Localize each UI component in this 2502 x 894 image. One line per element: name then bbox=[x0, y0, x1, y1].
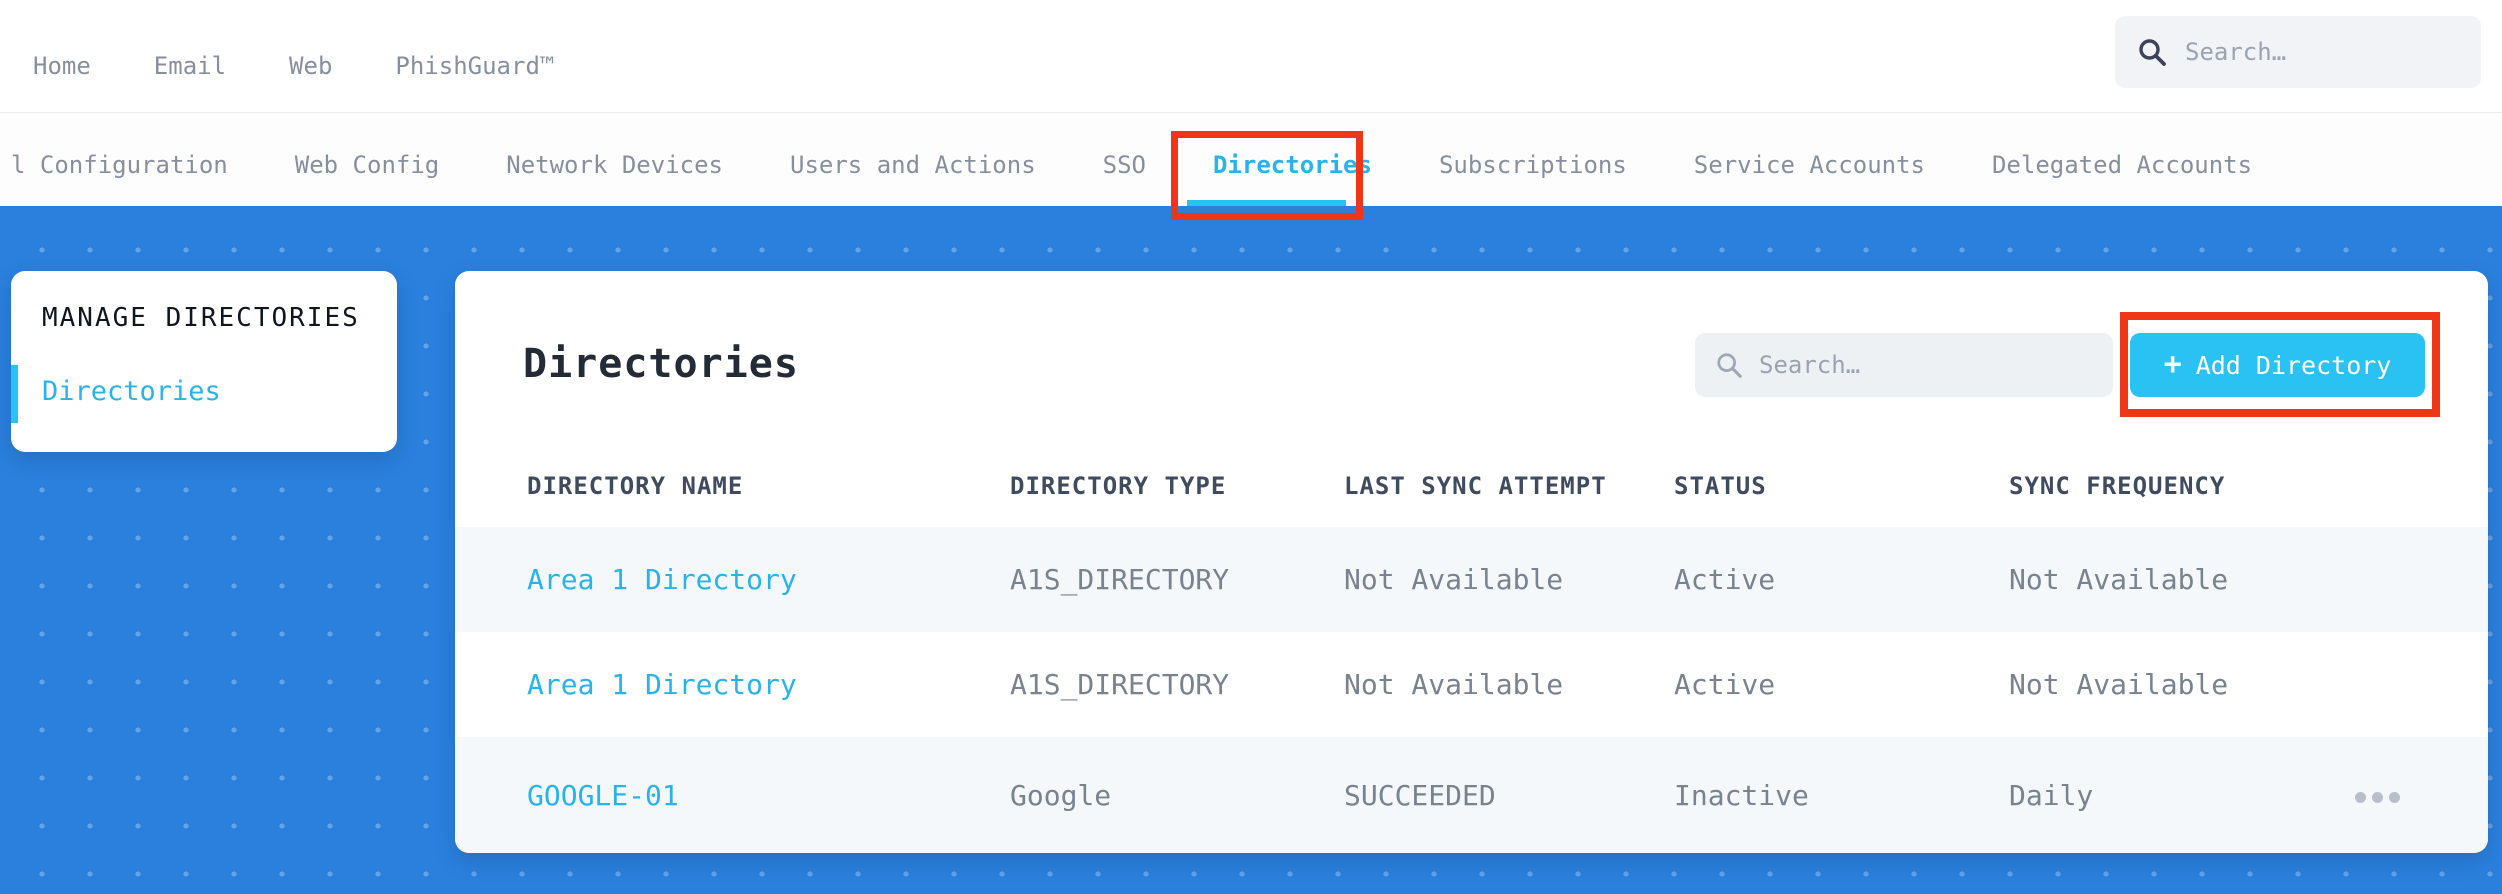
tab-network-devices[interactable]: Network Devices bbox=[506, 151, 723, 179]
column-header-sync-frequency: SYNC FREQUENCY bbox=[2009, 472, 2226, 500]
tab-sso[interactable]: SSO bbox=[1103, 151, 1146, 179]
tab-service-accounts[interactable]: Service Accounts bbox=[1694, 151, 1925, 179]
top-nav-item-email[interactable]: Email bbox=[154, 52, 226, 80]
table-row: Area 1 Directory A1S_DIRECTORY Not Avail… bbox=[455, 527, 2488, 632]
directory-name-link[interactable]: Area 1 Directory bbox=[527, 563, 1010, 596]
tab-directories[interactable]: Directories bbox=[1213, 151, 1372, 179]
directories-search-input[interactable] bbox=[1759, 351, 2093, 379]
tab-email-configuration[interactable]: l Configuration bbox=[11, 151, 228, 179]
settings-tabs: l Configuration Web Config Network Devic… bbox=[11, 113, 2252, 206]
settings-tab-bar: l Configuration Web Config Network Devic… bbox=[0, 113, 2502, 206]
column-header-status: STATUS bbox=[1674, 472, 1767, 500]
sidebar-item-directories[interactable]: Directories bbox=[42, 376, 221, 407]
tab-web-config[interactable]: Web Config bbox=[295, 151, 440, 179]
table-row: Area 1 Directory A1S_DIRECTORY Not Avail… bbox=[455, 632, 2488, 737]
top-nav-item-web[interactable]: Web bbox=[289, 52, 332, 80]
search-icon bbox=[1717, 353, 1742, 378]
column-header-directory-type: DIRECTORY TYPE bbox=[1010, 472, 1227, 500]
add-directory-label: Add Directory bbox=[2195, 350, 2392, 380]
directory-type-cell: Google bbox=[1010, 778, 1112, 812]
manage-directories-card: MANAGE DIRECTORIES Directories bbox=[11, 271, 397, 452]
active-item-indicator bbox=[11, 365, 18, 423]
table-body: Area 1 Directory A1S_DIRECTORY Not Avail… bbox=[455, 527, 2488, 853]
active-tab-underline bbox=[1187, 200, 1346, 206]
directories-search bbox=[1695, 333, 2113, 397]
tab-subscriptions[interactable]: Subscriptions bbox=[1439, 151, 1627, 179]
table-header-row: DIRECTORY NAME DIRECTORY TYPE LAST SYNC … bbox=[455, 461, 2488, 511]
page: Home Email Web PhishGuard™ l Configurati… bbox=[0, 0, 2502, 894]
last-sync-cell: Not Available bbox=[1344, 668, 1564, 701]
plus-icon: + bbox=[2163, 347, 2182, 382]
tab-delegated-accounts[interactable]: Delegated Accounts bbox=[1992, 151, 2252, 179]
directory-type-cell: A1S_DIRECTORY bbox=[1010, 563, 1230, 596]
status-cell: Active bbox=[1674, 668, 1776, 701]
global-search-input[interactable] bbox=[2185, 38, 2459, 66]
column-header-directory-name: DIRECTORY NAME bbox=[527, 472, 744, 500]
top-nav-item-phishguard[interactable]: PhishGuard™ bbox=[395, 52, 554, 80]
ellipsis-icon[interactable] bbox=[2355, 782, 2400, 813]
global-search bbox=[2115, 16, 2481, 88]
directories-panel: Directories + Add Directory DIRECTORY NA… bbox=[455, 271, 2488, 853]
search-icon bbox=[2139, 39, 2166, 66]
manage-directories-title: MANAGE DIRECTORIES bbox=[42, 303, 360, 333]
top-nav-item-home[interactable]: Home bbox=[33, 52, 91, 80]
add-directory-button[interactable]: + Add Directory bbox=[2130, 333, 2425, 397]
column-header-last-sync: LAST SYNC ATTEMPT bbox=[1344, 472, 1607, 500]
directory-name-link[interactable]: Area 1 Directory bbox=[527, 668, 1010, 701]
top-nav: Home Email Web PhishGuard™ bbox=[33, 0, 554, 113]
page-title: Directories bbox=[523, 341, 799, 387]
directory-type-cell: A1S_DIRECTORY bbox=[1010, 668, 1230, 701]
directory-name-link[interactable]: GOOGLE-01 bbox=[527, 779, 1010, 812]
status-cell: Active bbox=[1674, 563, 1776, 596]
sync-frequency-cell: Not Available bbox=[2009, 668, 2229, 701]
last-sync-cell: SUCCEEDED bbox=[1344, 778, 1496, 812]
top-bar: Home Email Web PhishGuard™ bbox=[0, 0, 2502, 113]
table-row: GOOGLE-01 Google SUCCEEDED Inactive Dail… bbox=[455, 737, 2488, 853]
last-sync-cell: Not Available bbox=[1344, 563, 1564, 596]
tab-users-and-actions[interactable]: Users and Actions bbox=[790, 151, 1036, 179]
sync-frequency-cell: Daily bbox=[2009, 778, 2094, 812]
sync-frequency-cell: Not Available bbox=[2009, 563, 2229, 596]
status-cell: Inactive bbox=[1674, 778, 1809, 812]
